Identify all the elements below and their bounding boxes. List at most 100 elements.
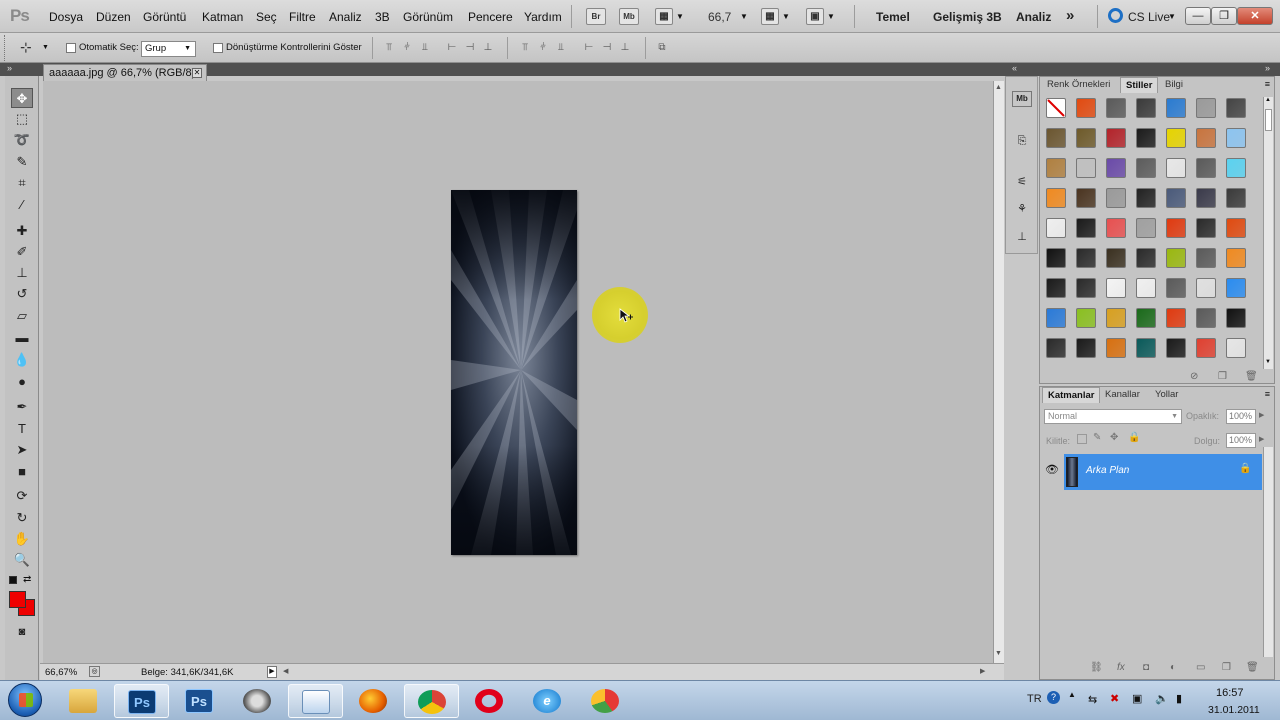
style-preset-swatch[interactable] xyxy=(1076,98,1096,118)
mini-bridge-button[interactable]: Mb xyxy=(619,8,639,25)
chevron-down-icon[interactable]: ▼ xyxy=(42,44,49,51)
style-preset-swatch[interactable] xyxy=(1166,98,1186,118)
start-button[interactable] xyxy=(8,683,42,717)
trash-icon[interactable]: 🗑 xyxy=(1246,662,1259,673)
style-preset-swatch[interactable] xyxy=(1046,308,1066,328)
tray-app-icon[interactable]: ⇆ xyxy=(1088,693,1097,706)
move-tool-preset-icon[interactable]: ⊹ xyxy=(20,39,32,56)
workspace-more-icon[interactable]: » xyxy=(1066,7,1074,24)
restore-button[interactable]: ❐ xyxy=(1211,7,1237,25)
style-preset-swatch[interactable] xyxy=(1076,218,1096,238)
style-preset-swatch[interactable] xyxy=(1106,188,1126,208)
dodge-tool-icon[interactable]: ● xyxy=(11,372,33,392)
trash-icon[interactable]: 🗑 xyxy=(1245,371,1258,382)
distribute-right-icon[interactable]: ⊥ xyxy=(618,42,632,54)
style-preset-swatch[interactable] xyxy=(1106,308,1126,328)
style-preset-swatch[interactable] xyxy=(1046,248,1066,268)
style-preset-swatch[interactable] xyxy=(1166,218,1186,238)
workspace-analysis[interactable]: Analiz xyxy=(1016,10,1051,24)
style-preset-swatch[interactable] xyxy=(1136,308,1156,328)
tab-layers[interactable]: Katmanlar xyxy=(1042,387,1101,403)
rectangle-tool-icon[interactable]: ■ xyxy=(11,462,33,482)
help-icon[interactable]: ? xyxy=(1047,691,1060,704)
vertical-scrollbar[interactable]: ▲ ▼ xyxy=(993,81,1004,663)
style-preset-swatch[interactable] xyxy=(1046,98,1066,118)
pen-tool-icon[interactable]: ✒ xyxy=(11,397,33,417)
brush-tool-icon[interactable]: ✐ xyxy=(11,242,33,262)
tab-info[interactable]: Bilgi xyxy=(1160,77,1188,93)
adjustments-panel-icon[interactable]: ⚟ xyxy=(1012,172,1032,192)
blend-mode-dropdown[interactable]: Normal ▼ xyxy=(1044,409,1182,424)
tab-paths[interactable]: Yollar xyxy=(1150,387,1183,403)
style-preset-swatch[interactable] xyxy=(1076,308,1096,328)
style-preset-swatch[interactable] xyxy=(1046,218,1066,238)
status-zoom[interactable]: 66,67% xyxy=(45,667,77,678)
arrange-documents-button[interactable]: ▦ xyxy=(761,8,779,25)
taskbar-explorer[interactable] xyxy=(56,684,111,718)
3d-rotate-tool-icon[interactable]: ⟳ xyxy=(11,486,33,506)
style-preset-swatch[interactable] xyxy=(1226,338,1246,358)
taskbar-photoshop-2[interactable]: Ps xyxy=(172,684,227,718)
lock-position-icon[interactable]: ✥ xyxy=(1110,432,1118,443)
collapse-icon[interactable]: » xyxy=(7,63,12,73)
menu-help[interactable]: Yardım xyxy=(524,10,562,24)
auto-align-layers-icon[interactable]: ⧉ xyxy=(655,42,669,54)
align-right-icon[interactable]: ⊥ xyxy=(481,42,495,54)
style-preset-swatch[interactable] xyxy=(1196,98,1216,118)
menu-analysis[interactable]: Analiz xyxy=(329,10,362,24)
clone-stamp-tool-icon[interactable]: ⊥ xyxy=(11,263,33,283)
style-preset-swatch[interactable] xyxy=(1226,278,1246,298)
style-preset-swatch[interactable] xyxy=(1136,248,1156,268)
clock-time[interactable]: 16:57 xyxy=(1216,687,1244,699)
style-preset-swatch[interactable] xyxy=(1106,278,1126,298)
eraser-tool-icon[interactable]: ▱ xyxy=(11,306,33,326)
crop-tool-icon[interactable]: ⌗ xyxy=(11,173,33,193)
style-preset-swatch[interactable] xyxy=(1166,188,1186,208)
taskbar-app-picnic[interactable] xyxy=(578,684,633,718)
language-indicator[interactable]: TR xyxy=(1027,693,1042,705)
quick-selection-tool-icon[interactable]: ✎ xyxy=(11,152,33,172)
menu-view[interactable]: Görünüm xyxy=(403,10,453,24)
styles-scrollbar[interactable]: ▲ ▼ xyxy=(1263,97,1273,369)
status-menu-arrow-icon[interactable]: ▶ xyxy=(267,666,277,678)
adjustment-layer-icon[interactable]: ◐ xyxy=(1170,662,1176,673)
style-preset-swatch[interactable] xyxy=(1136,218,1156,238)
status-preview-icon[interactable]: ◎ xyxy=(89,666,100,677)
align-left-icon[interactable]: ⊢ xyxy=(445,42,459,54)
chevron-down-icon[interactable]: ▼ xyxy=(782,12,790,21)
style-preset-swatch[interactable] xyxy=(1196,308,1216,328)
lock-pixels-icon[interactable]: ✎ xyxy=(1093,432,1101,443)
chevron-down-icon[interactable]: ▼ xyxy=(740,12,748,21)
new-layer-icon[interactable]: ❐ xyxy=(1222,662,1231,673)
show-hidden-icons-icon[interactable]: ▲ xyxy=(1068,690,1076,699)
distribute-hcenter-icon[interactable]: ⊣ xyxy=(600,42,614,54)
hand-tool-icon[interactable]: ✋ xyxy=(11,529,33,549)
taskbar-internet-explorer[interactable]: e xyxy=(520,684,575,718)
tab-styles[interactable]: Stiller xyxy=(1120,77,1159,93)
fill-slider-arrow-icon[interactable]: ▶ xyxy=(1259,435,1264,443)
style-preset-swatch[interactable] xyxy=(1106,98,1126,118)
menu-edit[interactable]: Düzen xyxy=(96,10,131,24)
layers-scrollbar[interactable] xyxy=(1263,447,1273,657)
lock-all-icon[interactable]: 🔒 xyxy=(1128,432,1140,443)
opacity-slider-arrow-icon[interactable]: ▶ xyxy=(1259,411,1264,419)
taskbar-app-swirl[interactable] xyxy=(230,684,285,718)
blur-tool-icon[interactable]: 💧 xyxy=(11,350,33,370)
style-preset-swatch[interactable] xyxy=(1196,188,1216,208)
chevron-down-icon[interactable]: ▼ xyxy=(827,12,835,21)
distribute-vcenter-icon[interactable]: ⫩ xyxy=(536,42,550,54)
style-preset-swatch[interactable] xyxy=(1226,158,1246,178)
panel-menu-icon[interactable]: ≡ xyxy=(1265,389,1270,399)
type-tool-icon[interactable]: T xyxy=(11,419,33,439)
link-layers-icon[interactable]: ⛓ xyxy=(1090,662,1103,673)
tab-swatches[interactable]: Renk Örnekleri xyxy=(1042,77,1115,93)
distribute-bottom-icon[interactable]: ⫫ xyxy=(554,42,568,54)
collapse-icon[interactable]: » xyxy=(1265,63,1270,73)
layer-style-icon[interactable]: fx xyxy=(1117,662,1125,673)
foreground-color-swatch[interactable] xyxy=(9,591,26,608)
style-preset-swatch[interactable] xyxy=(1196,158,1216,178)
workspace-3d[interactable]: Gelişmiş 3B xyxy=(933,10,1002,24)
lock-transparent-icon[interactable] xyxy=(1077,434,1087,444)
style-preset-swatch[interactable] xyxy=(1046,338,1066,358)
style-preset-swatch[interactable] xyxy=(1136,188,1156,208)
